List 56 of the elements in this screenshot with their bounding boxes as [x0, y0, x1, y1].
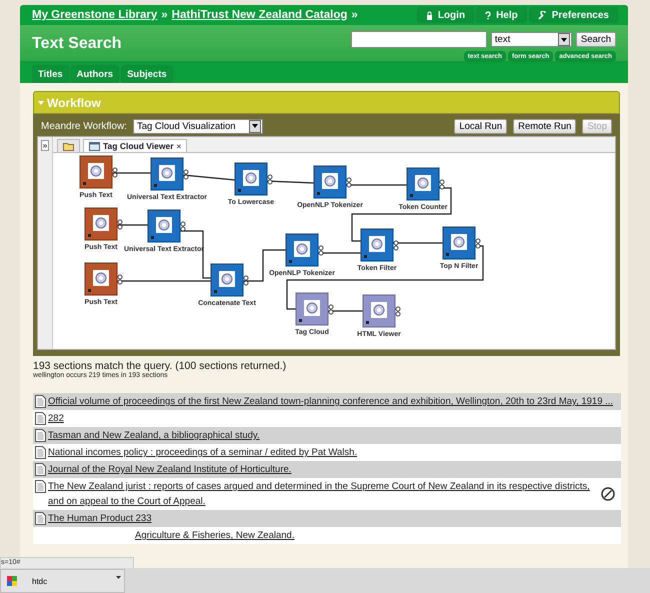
- lock-icon: [426, 10, 433, 20]
- taskbar-item[interactable]: htdc: [0, 569, 125, 593]
- nav-tab[interactable]: Authors: [70, 65, 120, 83]
- breadcrumb-link[interactable]: My Greenstone Library: [32, 9, 158, 21]
- connector-line: [266, 180, 314, 184]
- workflow-node[interactable]: [148, 210, 186, 242]
- workflow-node[interactable]: [150, 158, 188, 190]
- app-icon: [6, 575, 18, 587]
- connector-line: [112, 172, 151, 174]
- wrench-icon: [538, 10, 547, 20]
- workflow-node[interactable]: [84, 208, 122, 240]
- window-icon: [89, 142, 100, 150]
- nav-tab[interactable]: Titles: [32, 65, 69, 83]
- help-icon: [485, 10, 492, 20]
- workflow-select[interactable]: Tag Cloud Visualization: [132, 118, 263, 134]
- document-icon: [35, 429, 46, 442]
- caret-icon: [560, 38, 567, 42]
- canvas-tab[interactable]: Tag Cloud Viewer ×: [83, 139, 188, 152]
- scope-select[interactable]: text: [490, 32, 572, 47]
- search-field[interactable]: [350, 31, 487, 48]
- connector-line: [117, 224, 148, 226]
- workflow-node[interactable]: [442, 226, 480, 260]
- workflow-node[interactable]: [362, 294, 400, 328]
- workflow-node[interactable]: [80, 156, 118, 188]
- workflow-node[interactable]: [84, 262, 122, 296]
- caret-icon: [252, 124, 258, 128]
- run-button[interactable]: Remote Run: [513, 118, 576, 134]
- results-summary: 193 sections match the query. (100 sections returned.): [33, 360, 288, 372]
- collapse-button[interactable]: »: [40, 140, 50, 151]
- workflow-node[interactable]: [210, 264, 248, 296]
- folder-icon: [63, 142, 74, 150]
- breadcrumb-separator: »: [351, 9, 358, 21]
- nav-button[interactable]: Login: [416, 7, 474, 23]
- document-icon: [35, 395, 46, 408]
- nav-button[interactable]: Preferences: [528, 7, 618, 23]
- breadcrumb-link[interactable]: HathiTrust New Zealand Catalog: [172, 9, 348, 21]
- workflow-node[interactable]: [296, 292, 334, 326]
- page-title: Text Search: [32, 34, 122, 54]
- caret-icon: [116, 576, 121, 579]
- blocked-icon: [601, 487, 615, 501]
- workflow-label: Meandre Workflow:: [41, 120, 127, 132]
- connector-line: [182, 174, 236, 181]
- close-icon[interactable]: ×: [176, 142, 182, 150]
- workflow-node[interactable]: [314, 166, 352, 198]
- breadcrumb-separator: »: [161, 9, 168, 21]
- document-icon: [35, 463, 46, 476]
- document-icon: [35, 512, 46, 525]
- canvas-tab[interactable]: [57, 139, 80, 152]
- run-button[interactable]: Local Run: [454, 118, 508, 134]
- nav-button[interactable]: Help: [476, 7, 527, 23]
- nav-tab[interactable]: Subjects: [121, 65, 173, 83]
- workflow-node[interactable]: [360, 228, 398, 262]
- search-button[interactable]: Search: [576, 32, 616, 47]
- workflow-node[interactable]: [406, 168, 444, 200]
- workflow-node[interactable]: [234, 162, 272, 196]
- workflow-node[interactable]: [286, 234, 324, 266]
